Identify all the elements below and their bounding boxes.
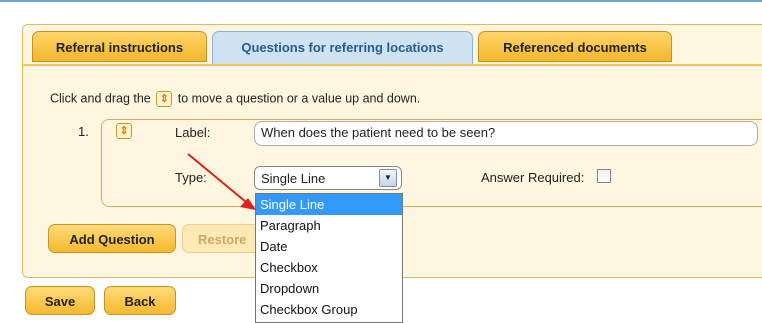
save-button[interactable]: Save [25, 286, 95, 315]
dropdown-option-paragraph[interactable]: Paragraph [256, 215, 402, 236]
tab-questions-for-referring-locations[interactable]: Questions for referring locations [212, 31, 473, 65]
tab-referenced-documents[interactable]: Referenced documents [478, 31, 672, 62]
dropdown-option-checkbox-group[interactable]: Checkbox Group [256, 299, 402, 320]
window-top-border [0, 0, 762, 2]
label-caption: Label: [175, 125, 211, 140]
add-question-button[interactable]: Add Question [48, 224, 176, 253]
drag-instruction: Click and drag the ⇕ to move a question … [50, 91, 420, 107]
answer-required-checkbox[interactable] [597, 169, 611, 183]
instruction-text-after: to move a question or a value up and dow… [177, 91, 421, 106]
tab-underline [22, 64, 762, 66]
answer-required-caption: Answer Required: [481, 170, 585, 185]
dropdown-option-single-line[interactable]: Single Line [256, 194, 402, 215]
question-drag-handle-icon[interactable]: ⇕ [116, 123, 132, 139]
chevron-down-icon[interactable]: ▼ [379, 169, 397, 187]
question-label-input[interactable]: When does the patient need to be seen? [254, 121, 758, 146]
type-dropdown-list: Single Line Paragraph Date Checkbox Drop… [255, 193, 403, 323]
dropdown-option-date[interactable]: Date [256, 236, 402, 257]
dropdown-option-dropdown[interactable]: Dropdown [256, 278, 402, 299]
question-number: 1. [78, 124, 89, 139]
instruction-text-before: Click and drag the [50, 91, 151, 106]
tab-referral-instructions[interactable]: Referral instructions [32, 31, 207, 62]
type-select-value: Single Line [261, 171, 326, 186]
back-button[interactable]: Back [104, 286, 176, 315]
type-caption: Type: [175, 170, 207, 185]
drag-handle-icon: ⇕ [156, 91, 173, 107]
dropdown-option-checkbox[interactable]: Checkbox [256, 257, 402, 278]
